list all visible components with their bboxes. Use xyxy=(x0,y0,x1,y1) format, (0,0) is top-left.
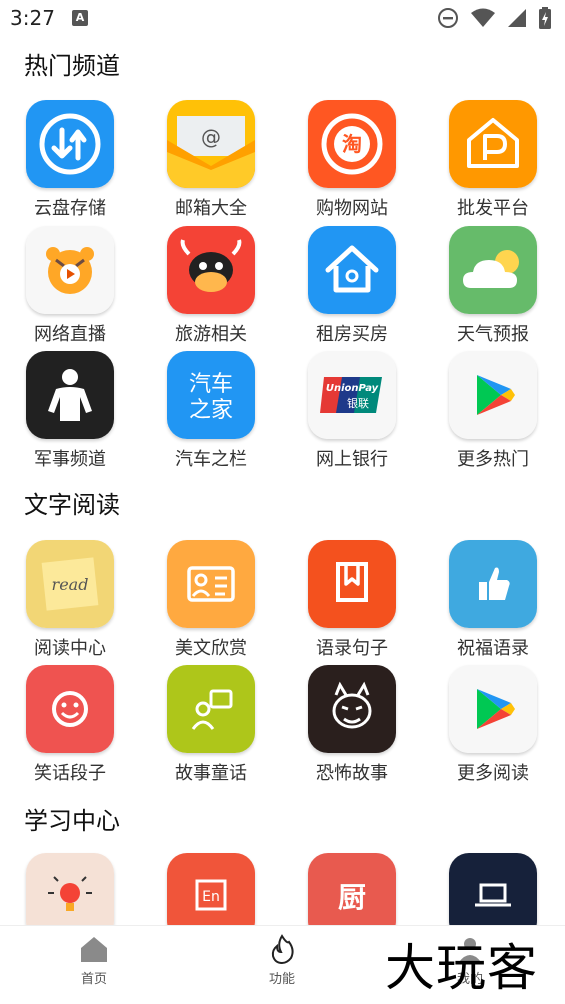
app-reading-center[interactable]: read 阅读中心 xyxy=(20,540,120,660)
storyteller-icon xyxy=(167,665,255,753)
app-car[interactable]: 汽车 之家 汽车之栏 xyxy=(161,351,261,471)
tiger-live-icon xyxy=(26,226,114,314)
devil-icon xyxy=(308,665,396,753)
app-mailbox[interactable]: @ 邮箱大全 xyxy=(161,100,261,220)
nav-label-home: 首页 xyxy=(80,972,107,987)
soldier-icon xyxy=(26,351,114,439)
app-label: 租房买房 xyxy=(316,324,388,345)
app-blessings[interactable]: 祝福语录 xyxy=(443,540,543,660)
app-more-hot[interactable]: 更多热门 xyxy=(443,351,543,471)
unionpay-icon: UnionPay 银联 xyxy=(308,351,396,439)
home-icon xyxy=(81,937,107,962)
nav-label-functions: 功能 xyxy=(268,972,295,987)
app-label: 语录句子 xyxy=(316,638,388,659)
app-label: 更多阅读 xyxy=(457,763,529,784)
status-time: 3:27 xyxy=(10,6,55,30)
app-label: 云盘存储 xyxy=(34,198,106,219)
app-label: 阅读中心 xyxy=(34,638,106,659)
cooking-icon: 厨 xyxy=(308,853,396,925)
read-text: read xyxy=(52,575,89,594)
unionpay-text: UnionPay xyxy=(326,383,379,394)
cow-travel-icon xyxy=(167,226,255,314)
app-quotes[interactable]: 语录句子 xyxy=(302,540,402,660)
smiley-icon xyxy=(26,665,114,753)
app-label: 军事频道 xyxy=(34,449,106,470)
wholesale-p-icon xyxy=(449,100,537,188)
battery-icon xyxy=(539,7,551,29)
section-title-learning: 学习中心 xyxy=(24,807,120,835)
section-title-reading: 文字阅读 xyxy=(24,491,120,519)
app-cloud-storage[interactable]: 云盘存储 xyxy=(20,100,120,220)
app-housing[interactable]: 租房买房 xyxy=(302,226,402,346)
read-note-icon: read xyxy=(26,540,114,628)
app-label: 美文欣赏 xyxy=(175,638,247,659)
app-military[interactable]: 军事频道 xyxy=(20,351,120,471)
unionpay-text-cn: 银联 xyxy=(347,396,369,410)
status-bar: 3:27 A xyxy=(0,0,565,38)
app-cooking[interactable]: 厨 xyxy=(302,853,402,925)
watermark-logo: 大玩客 xyxy=(385,939,538,997)
app-label: 购物网站 xyxy=(316,198,388,219)
app-label: 批发平台 xyxy=(457,198,529,219)
play-store-icon xyxy=(449,351,537,439)
profile-card-icon xyxy=(167,540,255,628)
app-label: 邮箱大全 xyxy=(175,198,247,219)
thumbs-up-icon xyxy=(449,540,537,628)
app-label: 笑话段子 xyxy=(34,763,106,784)
laptop-icon xyxy=(449,853,537,925)
app-essays[interactable]: 美文欣赏 xyxy=(161,540,261,660)
weather-cloud-icon xyxy=(449,226,537,314)
english-icon: En xyxy=(167,853,255,925)
taobao-icon: 淘 xyxy=(308,100,396,188)
app-fairy-tales[interactable]: 故事童话 xyxy=(161,665,261,785)
svg-text:@: @ xyxy=(201,125,221,149)
nav-item-functions[interactable]: 功能 xyxy=(232,934,332,987)
notification-icon: A xyxy=(72,10,88,26)
house-icon xyxy=(308,226,396,314)
app-ideas[interactable] xyxy=(20,853,120,925)
cloud-sync-icon xyxy=(26,100,114,188)
app-shopping[interactable]: 淘 购物网站 xyxy=(302,100,402,220)
app-jokes[interactable]: 笑话段子 xyxy=(20,665,120,785)
app-english[interactable]: En xyxy=(161,853,261,925)
app-label: 网络直播 xyxy=(34,324,106,345)
nav-item-home[interactable]: 首页 xyxy=(44,934,144,987)
wifi-icon xyxy=(471,8,495,27)
app-label: 旅游相关 xyxy=(175,324,247,345)
app-label: 网上银行 xyxy=(316,449,388,470)
section-title-hot-channels: 热门频道 xyxy=(24,52,120,80)
app-label: 天气预报 xyxy=(457,324,529,345)
app-wholesale[interactable]: 批发平台 xyxy=(443,100,543,220)
car-home-text-1: 汽车 xyxy=(189,372,233,397)
app-weather[interactable]: 天气预报 xyxy=(443,226,543,346)
main-content[interactable]: 热门频道 云盘存储 @ 邮箱大全 淘 购物网站 批发平台 网络直播 旅游相关 租… xyxy=(0,38,565,925)
flame-icon xyxy=(271,934,294,964)
english-icon-text: En xyxy=(202,889,220,905)
app-travel[interactable]: 旅游相关 xyxy=(161,226,261,346)
status-icons xyxy=(437,6,551,30)
bookmark-icon xyxy=(308,540,396,628)
app-label: 恐怖故事 xyxy=(316,763,388,784)
app-label: 祝福语录 xyxy=(457,638,529,659)
lightbulb-icon xyxy=(26,853,114,925)
signal-icon xyxy=(508,9,526,27)
car-home-text-2: 之家 xyxy=(189,398,233,423)
app-computer[interactable] xyxy=(443,853,543,925)
mail-envelope-icon: @ xyxy=(167,100,255,188)
app-more-reading[interactable]: 更多阅读 xyxy=(443,665,543,785)
app-label: 更多热门 xyxy=(457,449,529,470)
app-live-stream[interactable]: 网络直播 xyxy=(20,226,120,346)
cooking-icon-text: 厨 xyxy=(338,881,366,914)
app-label: 故事童话 xyxy=(175,763,247,784)
app-online-bank[interactable]: UnionPay 银联 网上银行 xyxy=(302,351,402,471)
do-not-disturb-icon xyxy=(438,8,458,28)
play-store-icon xyxy=(449,665,537,753)
car-home-icon: 汽车 之家 xyxy=(167,351,255,439)
app-horror[interactable]: 恐怖故事 xyxy=(302,665,402,785)
svg-text:淘: 淘 xyxy=(342,132,362,156)
app-label: 汽车之栏 xyxy=(175,449,247,470)
